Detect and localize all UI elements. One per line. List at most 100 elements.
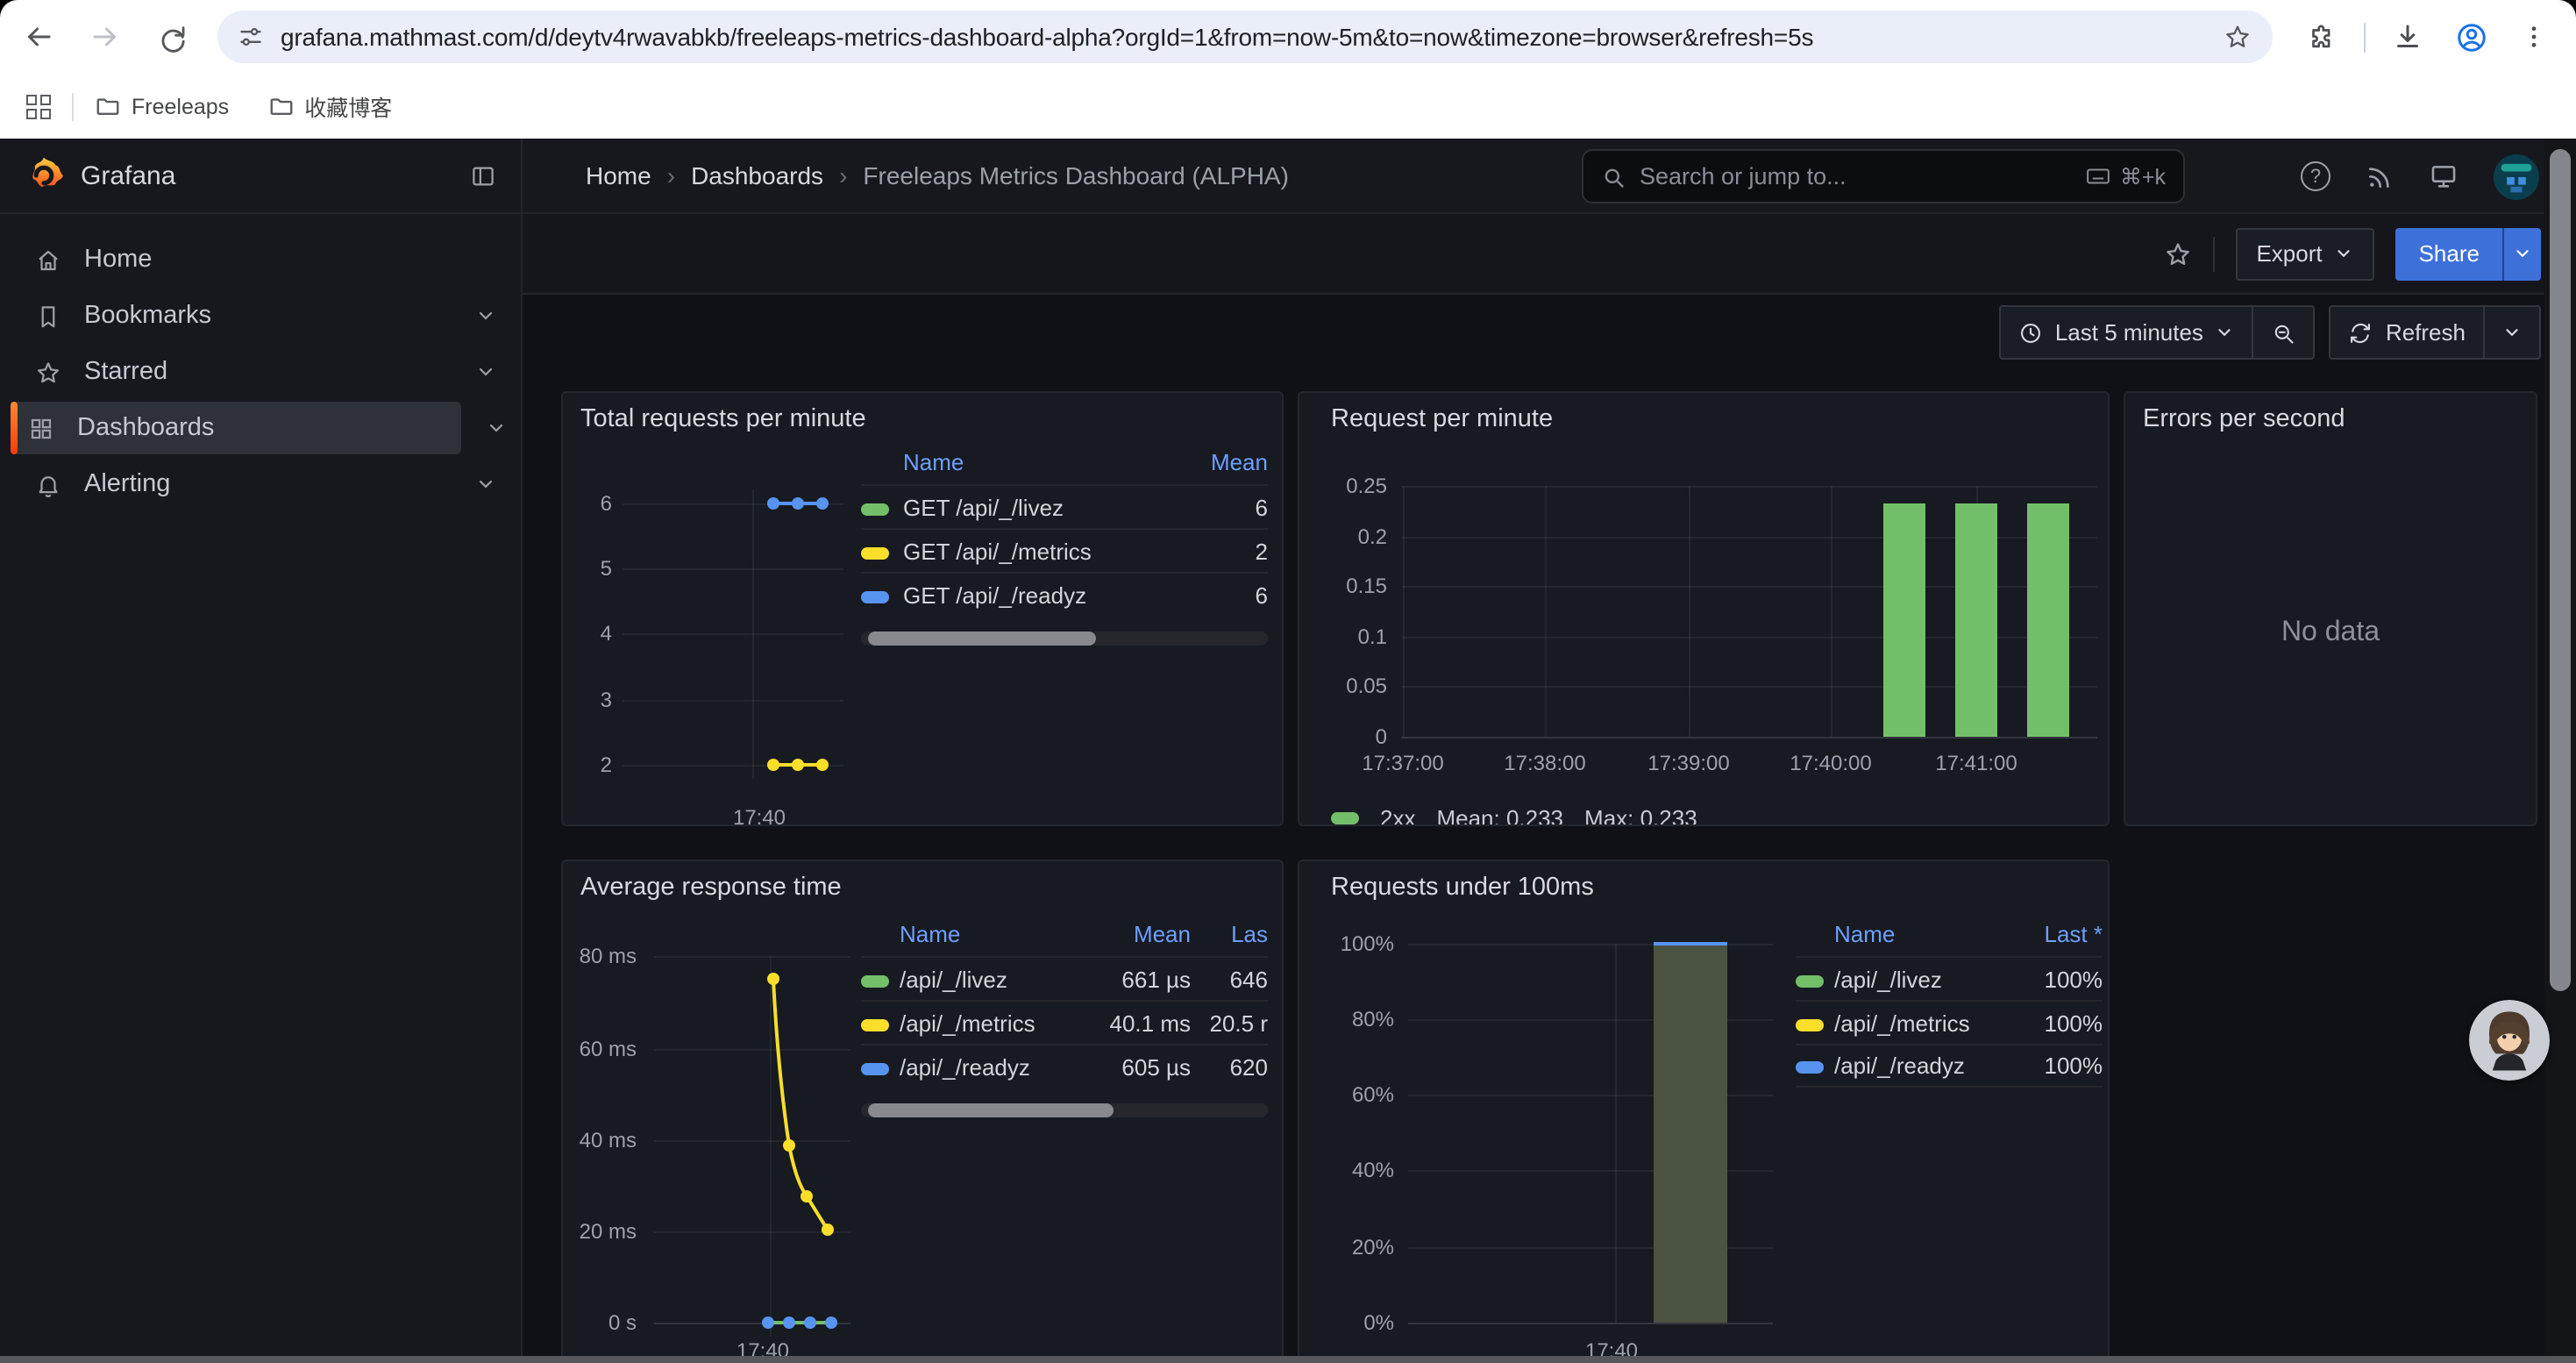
series-color-chip: [1331, 812, 1359, 824]
header-icons: ?: [2301, 139, 2539, 214]
legend-row[interactable]: GET /api/_/livez 6: [861, 484, 1268, 528]
browser-chrome: grafana.mathmast.com/d/deytv4rwavabkb/fr…: [0, 0, 2576, 139]
bookmark-star-icon[interactable]: [2224, 23, 2252, 51]
legend-col-name[interactable]: Name: [903, 448, 1180, 475]
legend-col-mean[interactable]: Mean: [1180, 448, 1268, 475]
legend-row[interactable]: /api/_/livez 661 µs 646: [861, 956, 1268, 1000]
x-tick: 17:37:00: [1347, 749, 1459, 777]
legend-row[interactable]: /api/_/livez 100%: [1796, 956, 2103, 1000]
help-icon[interactable]: ?: [2301, 161, 2330, 191]
bar-under-100ms[interactable]: [1654, 946, 1727, 1323]
floating-assistant-avatar[interactable]: [2469, 1000, 2550, 1081]
chevron-down-icon[interactable]: [475, 361, 496, 382]
y-tick: 0.25: [1310, 472, 1387, 500]
extensions-icon[interactable]: [2301, 16, 2343, 58]
user-avatar[interactable]: [2494, 153, 2539, 199]
share-dropdown-button[interactable]: [2502, 227, 2541, 280]
y-tick: 0.05: [1310, 672, 1387, 700]
y-tick: 80 ms: [563, 942, 637, 970]
legend-col-name[interactable]: Name: [1834, 920, 2011, 946]
y-tick: 4: [570, 619, 612, 647]
rss-icon[interactable]: [2366, 162, 2394, 190]
legend-row[interactable]: /api/_/metrics 40.1 ms 20.5 r: [861, 1000, 1268, 1044]
time-range-picker[interactable]: Last 5 minutes: [2001, 307, 2252, 358]
sidebar-item-dashboards[interactable]: Dashboards: [11, 402, 461, 454]
bookmark-folder-freeleaps[interactable]: Freeleaps: [95, 93, 229, 119]
refresh-group: Refresh: [2330, 305, 2541, 360]
breadcrumb-current: Freeleaps Metrics Dashboard (ALPHA): [863, 161, 1289, 189]
sidebar-item-starred[interactable]: Starred: [0, 346, 521, 398]
sidebar-item-alerting[interactable]: Alerting: [0, 458, 521, 510]
breadcrumb: Home › Dashboards › Freeleaps Metrics Da…: [586, 161, 1289, 189]
y-tick: 20%: [1313, 1233, 1394, 1261]
legend-col-mean[interactable]: Mean: [1082, 920, 1191, 946]
legend-row[interactable]: GET /api/_/readyz 6: [861, 572, 1268, 616]
legend-row[interactable]: /api/_/metrics 100%: [1796, 1000, 2103, 1044]
scrollbar-thumb[interactable]: [2550, 149, 2571, 991]
legend-mean: Mean: 0.233: [1436, 805, 1563, 826]
panel-title[interactable]: Total requests per minute: [580, 405, 866, 433]
chevron-down-icon[interactable]: [475, 305, 496, 326]
grafana-logo-icon[interactable]: [25, 156, 63, 195]
legend-col-last[interactable]: Las: [1191, 920, 1268, 946]
y-tick: 5: [570, 554, 612, 582]
legend-row[interactable]: /api/_/readyz 100%: [1796, 1044, 2103, 1088]
breadcrumb-home[interactable]: Home: [586, 161, 651, 189]
legend-max: Max: 0.233: [1584, 805, 1697, 826]
back-icon[interactable]: [18, 16, 60, 58]
address-bar[interactable]: grafana.mathmast.com/d/deytv4rwavabkb/fr…: [217, 11, 2273, 63]
toolbar-separator: [2364, 22, 2366, 52]
brand-row: Grafana: [0, 139, 521, 214]
page-scrollbar[interactable]: [2544, 139, 2576, 1363]
tune-icon[interactable]: [238, 25, 263, 49]
sidebar-item-label: Home: [84, 246, 152, 274]
bar-2xx[interactable]: [1883, 503, 1925, 737]
chevron-down-icon[interactable]: [475, 474, 496, 495]
legend-scrollbar[interactable]: [861, 1103, 1268, 1117]
dock-sidebar-icon[interactable]: [470, 162, 496, 189]
panel-title[interactable]: Requests under 100ms: [1331, 874, 1594, 902]
monitor-icon[interactable]: [2429, 161, 2459, 191]
y-tick: 100%: [1313, 930, 1394, 958]
zoom-out-button[interactable]: [2254, 307, 2314, 358]
legend-col-name[interactable]: Name: [900, 920, 1082, 946]
reload-icon[interactable]: [151, 16, 193, 58]
breadcrumb-dashboards[interactable]: Dashboards: [691, 161, 823, 189]
menu-dots-icon[interactable]: [2513, 16, 2555, 58]
chevron-down-icon[interactable]: [486, 417, 507, 439]
subbar-separator: [2212, 236, 2214, 271]
y-tick: 20 ms: [563, 1217, 637, 1245]
brand-name[interactable]: Grafana: [81, 161, 175, 190]
refresh-button[interactable]: Refresh: [2331, 307, 2483, 358]
panel-title[interactable]: Average response time: [580, 874, 842, 902]
y-tick: 0%: [1313, 1309, 1394, 1337]
bar-2xx[interactable]: [1955, 503, 1997, 737]
panel-title[interactable]: Errors per second: [2143, 405, 2345, 433]
sidebar-item-bookmarks[interactable]: Bookmarks: [0, 289, 521, 342]
series-color-chip: [1796, 1061, 1824, 1074]
legend-scrollbar[interactable]: [861, 632, 1268, 646]
forward-icon: [84, 16, 126, 58]
profile-icon[interactable]: [2450, 16, 2492, 58]
refresh-interval-dropdown[interactable]: [2485, 307, 2539, 358]
apps-grid-icon[interactable]: [26, 94, 51, 118]
export-button[interactable]: Export: [2235, 227, 2374, 280]
search-input[interactable]: ⌘+k: [1582, 149, 2185, 203]
legend-col-last[interactable]: Last *: [2011, 920, 2103, 946]
legend-inline[interactable]: 2xx Mean: 0.233 Max: 0.233: [1331, 805, 1697, 826]
bar-2xx[interactable]: [2027, 503, 2069, 737]
download-icon[interactable]: [2387, 16, 2429, 58]
bar-top-line: [1654, 942, 1727, 946]
sidebar-item-home[interactable]: Home: [0, 233, 521, 286]
legend-row[interactable]: /api/_/readyz 605 µs 620: [861, 1044, 1268, 1088]
url-text[interactable]: grafana.mathmast.com/d/deytv4rwavabkb/fr…: [281, 23, 1813, 51]
panel-total-requests: Total requests per minute 6 5 4 3 2: [561, 391, 1284, 826]
panel-title[interactable]: Request per minute: [1331, 405, 1553, 433]
time-controls: Last 5 minutes Refresh: [523, 295, 2576, 372]
share-button[interactable]: Share: [2396, 227, 2502, 280]
legend-row[interactable]: GET /api/_/metrics 2: [861, 528, 1268, 572]
bottom-scroll-strip[interactable]: [0, 1356, 2576, 1363]
search-field[interactable]: [1640, 163, 1973, 189]
bookmark-folder-blogs[interactable]: 收藏博客: [267, 89, 392, 123]
favorite-star-icon[interactable]: [2163, 239, 2191, 268]
